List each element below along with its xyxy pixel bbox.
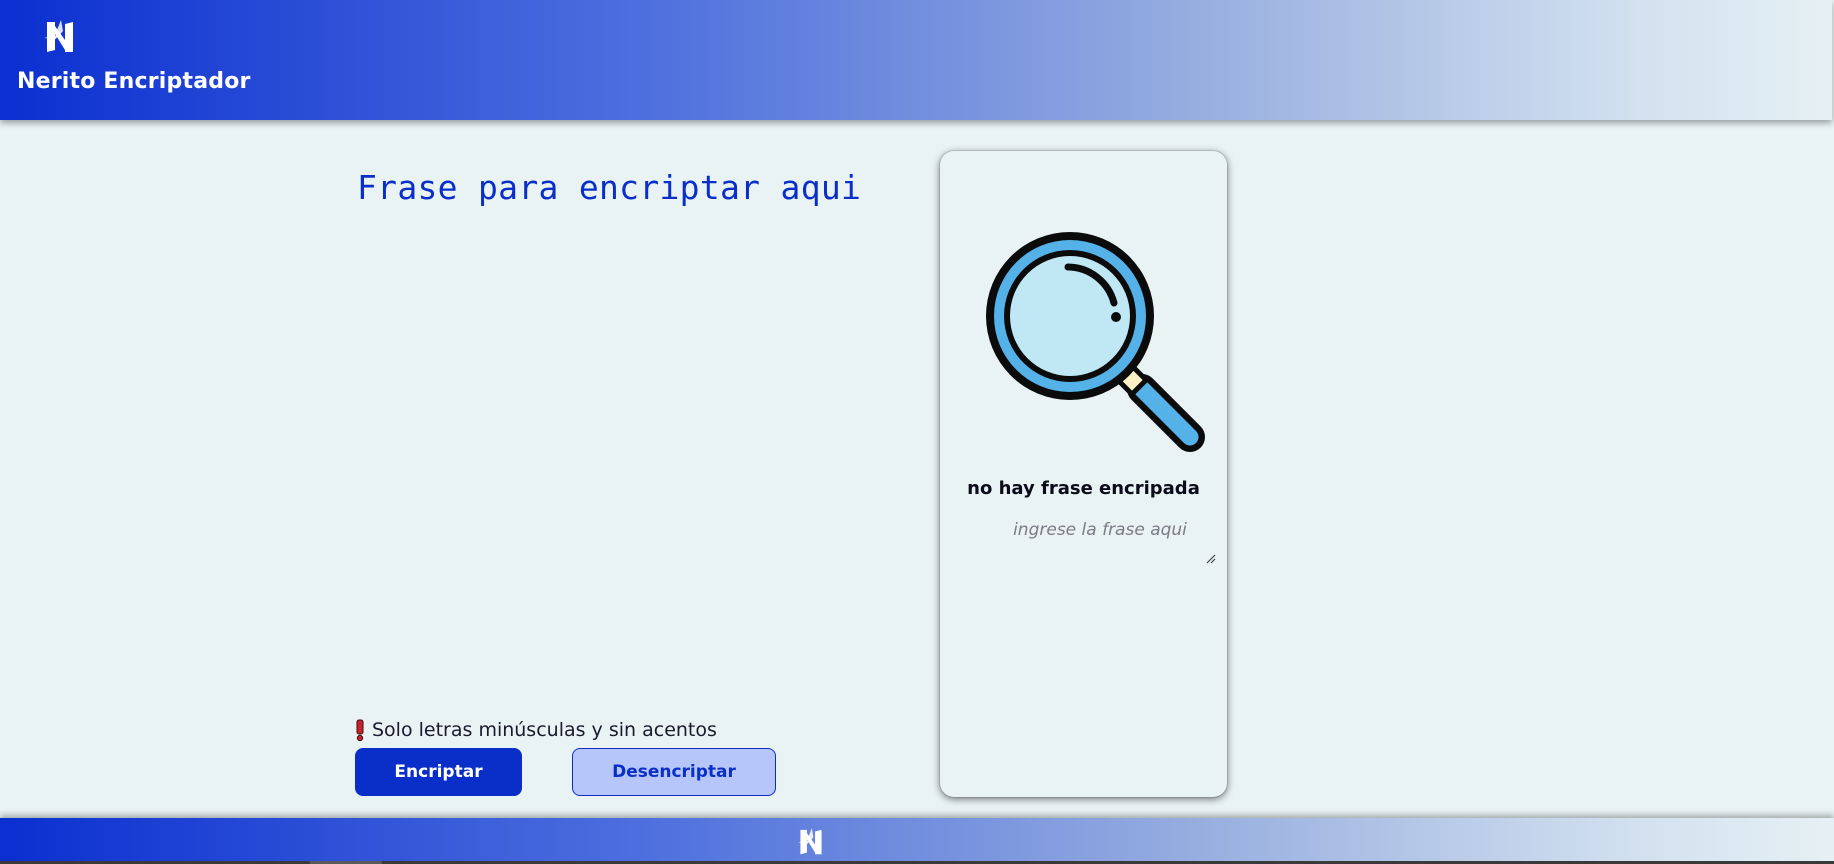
encrypt-button[interactable]: Encriptar <box>355 748 522 796</box>
page: Nerito Encriptador Frase para encriptar … <box>0 0 1834 864</box>
exclamation-icon <box>356 719 364 741</box>
encrypt-input-placeholder[interactable]: Frase para encriptar aqui <box>357 168 861 207</box>
app-header: Nerito Encriptador <box>0 0 1832 120</box>
empty-state-title: no hay frase encripada <box>967 478 1200 499</box>
main-area: Nerito Encriptador Frase para encriptar … <box>0 0 1834 864</box>
magnifying-glass-icon <box>986 232 1205 452</box>
warning-text: Solo letras minúsculas y sin acentos <box>372 719 717 741</box>
nerito-logo-icon <box>44 20 73 52</box>
app-footer <box>0 818 1834 864</box>
output-card: no hay frase encripada <box>940 151 1227 797</box>
brand-title: Nerito Encriptador <box>17 69 251 94</box>
decrypt-button[interactable]: Desencriptar <box>572 748 776 796</box>
warning-message: Solo letras minúsculas y sin acentos <box>354 717 717 743</box>
output-textarea[interactable] <box>980 520 1220 560</box>
resize-handle-icon[interactable] <box>1206 554 1216 564</box>
nerito-logo-icon <box>798 828 822 855</box>
